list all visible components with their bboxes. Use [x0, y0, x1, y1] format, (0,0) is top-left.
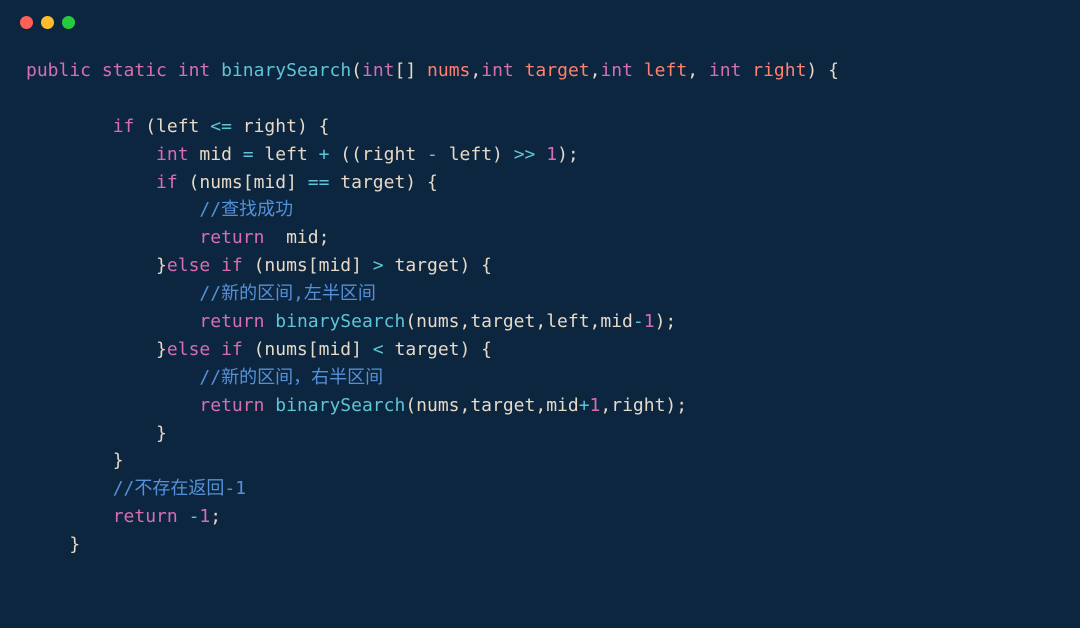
- args: (nums,target,left,mid: [405, 311, 633, 332]
- code-area: public static int binarySearch(int[] num…: [0, 37, 1080, 579]
- number: 1: [590, 395, 601, 416]
- line-end: );: [557, 144, 579, 165]
- code-window: public static int binarySearch(int[] num…: [0, 0, 1080, 628]
- keyword-else-if: else if: [167, 339, 243, 360]
- comma: ,: [470, 60, 481, 81]
- condition: (nums[mid]: [243, 255, 373, 276]
- function-call: binarySearch: [275, 395, 405, 416]
- keyword-if: if: [26, 172, 178, 193]
- condition: (left: [134, 116, 210, 137]
- close-icon[interactable]: [20, 16, 33, 29]
- comment: //新的区间,左半区间: [26, 283, 376, 304]
- minimize-icon[interactable]: [41, 16, 54, 29]
- space: [264, 311, 275, 332]
- condition: target) {: [384, 339, 492, 360]
- space: [264, 395, 275, 416]
- comment: //新的区间，右半区间: [26, 367, 383, 388]
- comma: ,: [687, 60, 709, 81]
- op-lt: <: [373, 339, 384, 360]
- text: mid: [189, 144, 243, 165]
- condition: target) {: [384, 255, 492, 276]
- keyword-else-if: else if: [167, 255, 243, 276]
- comment: //查找成功: [26, 199, 293, 220]
- op-le: <=: [210, 116, 232, 137]
- text: mid;: [264, 227, 329, 248]
- op-minus: -: [427, 144, 438, 165]
- brackets: []: [395, 60, 428, 81]
- brace: }: [26, 339, 167, 360]
- type-int: int: [178, 60, 211, 81]
- args: (nums,target,mid: [405, 395, 578, 416]
- paren-brace: ) {: [806, 60, 839, 81]
- keyword-return: return: [26, 227, 264, 248]
- condition: right) {: [232, 116, 330, 137]
- op-minus: -: [633, 311, 644, 332]
- op-shr: >>: [514, 144, 536, 165]
- brace-close: }: [26, 534, 80, 555]
- param-left: left: [644, 60, 687, 81]
- op-plus: +: [319, 144, 330, 165]
- condition: target) {: [329, 172, 437, 193]
- number: 1: [644, 311, 655, 332]
- number: 1: [546, 144, 557, 165]
- comment: //不存在返回-1: [26, 478, 246, 499]
- keyword-return: return: [26, 506, 178, 527]
- text: ((right: [329, 144, 427, 165]
- titlebar: [0, 0, 1080, 37]
- maximize-icon[interactable]: [62, 16, 75, 29]
- type-int: int: [709, 60, 742, 81]
- condition: (nums[mid]: [243, 339, 373, 360]
- type-int: int: [26, 144, 189, 165]
- line-end: );: [655, 311, 677, 332]
- number: 1: [199, 506, 210, 527]
- condition: (nums[mid]: [178, 172, 308, 193]
- param-nums: nums: [427, 60, 470, 81]
- op-plus: +: [579, 395, 590, 416]
- text: left): [438, 144, 514, 165]
- brace-close: }: [26, 423, 167, 444]
- param-target: target: [525, 60, 590, 81]
- keyword-static: static: [102, 60, 167, 81]
- op-minus: -: [189, 506, 200, 527]
- function-call: binarySearch: [275, 311, 405, 332]
- op-eqeq: ==: [308, 172, 330, 193]
- param-right: right: [752, 60, 806, 81]
- space: [535, 144, 546, 165]
- args: ,right);: [600, 395, 687, 416]
- keyword-return: return: [26, 395, 264, 416]
- brace-close: }: [26, 450, 124, 471]
- text: left: [254, 144, 319, 165]
- op-gt: >: [373, 255, 384, 276]
- space: [178, 506, 189, 527]
- brace: }: [26, 255, 167, 276]
- semicolon: ;: [210, 506, 221, 527]
- keyword-if: if: [26, 116, 134, 137]
- keyword-return: return: [26, 311, 264, 332]
- keyword-public: public: [26, 60, 91, 81]
- op-eq: =: [243, 144, 254, 165]
- type-int: int: [600, 60, 633, 81]
- comma: ,: [590, 60, 601, 81]
- function-name: binarySearch: [221, 60, 351, 81]
- type-int: int: [481, 60, 514, 81]
- type-int: int: [362, 60, 395, 81]
